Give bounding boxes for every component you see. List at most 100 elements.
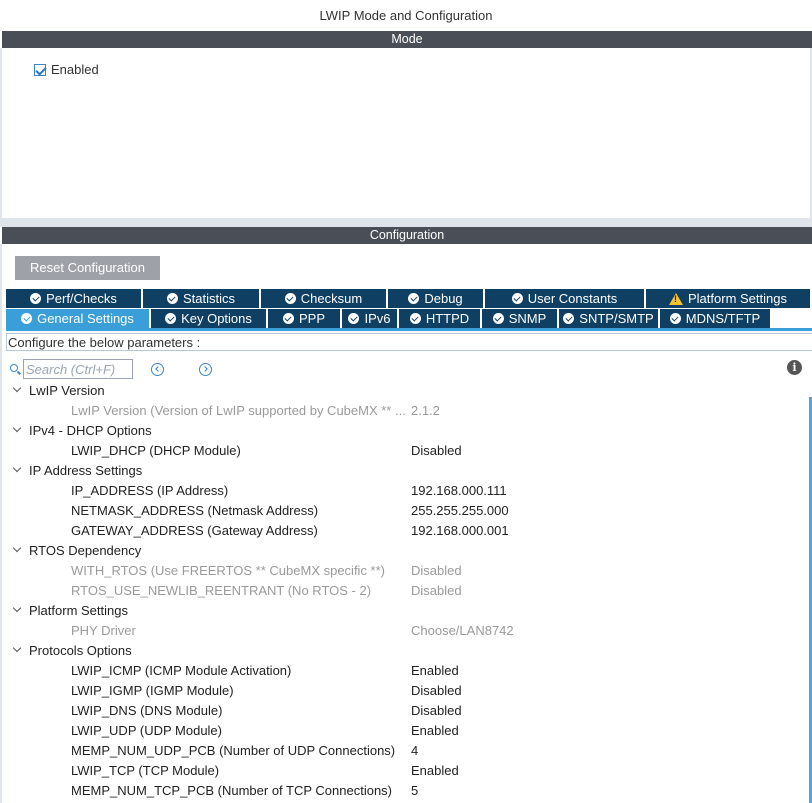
- tab-label: User Constants: [527, 291, 618, 306]
- parameter-value[interactable]: Disabled: [411, 683, 462, 698]
- parameter-value[interactable]: Disabled: [411, 443, 462, 458]
- tab-statistics[interactable]: Statistics: [143, 289, 261, 308]
- tab-httpd[interactable]: HTTPD: [399, 309, 482, 328]
- parameter-value[interactable]: Disabled: [411, 703, 462, 718]
- parameter-value[interactable]: Enabled: [411, 763, 459, 778]
- tab-general-settings[interactable]: General Settings: [6, 309, 151, 328]
- parameter-value[interactable]: 192.168.000.001: [411, 523, 509, 538]
- enabled-option[interactable]: Enabled: [34, 62, 99, 77]
- chevron-down-icon[interactable]: [13, 606, 21, 614]
- previous-result-icon[interactable]: [151, 362, 164, 376]
- parameter-value[interactable]: Enabled: [411, 663, 459, 678]
- tab-ppp[interactable]: PPP: [268, 309, 342, 328]
- parameter-row: PHY Driver Choose/LAN8742: [2, 620, 812, 640]
- tab-label: MDNS/TFTP: [685, 311, 761, 326]
- tab-checksum[interactable]: Checksum: [261, 289, 388, 308]
- chevron-down-icon[interactable]: [13, 466, 21, 474]
- tab-platform-settings[interactable]: Platform Settings: [646, 289, 812, 308]
- search-input[interactable]: [23, 359, 133, 379]
- search-bar: [10, 359, 212, 379]
- parameter-row[interactable]: NETMASK_ADDRESS (Netmask Address) 255.255…: [2, 500, 812, 520]
- check-circle-icon: [409, 313, 421, 324]
- tree-group[interactable]: LwIP Version: [2, 380, 812, 400]
- tab-mdns-tftp[interactable]: MDNS/TFTP: [660, 309, 772, 328]
- tab-label: General Settings: [37, 311, 134, 326]
- tab-ipv6[interactable]: IPv6: [342, 309, 399, 328]
- tab-key-options[interactable]: Key Options: [151, 309, 268, 328]
- chevron-down-icon[interactable]: [13, 646, 21, 654]
- parameter-row[interactable]: LWIP_DHCP (DHCP Module) Disabled: [2, 440, 812, 460]
- tab-debug[interactable]: Debug: [388, 289, 485, 308]
- tab-label: Checksum: [300, 291, 363, 306]
- tree-group[interactable]: IPv4 - DHCP Options: [2, 420, 812, 440]
- reset-configuration-button[interactable]: Reset Configuration: [15, 256, 160, 280]
- parameter-value[interactable]: 5: [411, 783, 418, 798]
- parameter-name: LWIP_TCP (TCP Module): [71, 762, 220, 778]
- mode-header: Mode: [2, 31, 812, 48]
- tree-group[interactable]: IP Address Settings: [2, 460, 812, 480]
- tab-sntp-smtp[interactable]: SNTP/SMTP: [559, 309, 660, 328]
- group-label: IPv4 - DHCP Options: [29, 422, 152, 438]
- check-circle-icon: [563, 313, 575, 324]
- tab-label: SNTP/SMTP: [579, 311, 654, 326]
- next-result-icon[interactable]: [199, 362, 212, 376]
- parameter-name: IP_ADDRESS (IP Address): [71, 482, 229, 498]
- chevron-down-icon[interactable]: [13, 546, 21, 554]
- parameter-name: MEMP_NUM_TCP_PCB (Number of TCP Connecti…: [71, 782, 393, 798]
- parameter-value[interactable]: 255.255.255.000: [411, 503, 509, 518]
- check-circle-icon: [669, 313, 681, 324]
- tab-snmp[interactable]: SNMP: [482, 309, 559, 328]
- parameter-value[interactable]: Enabled: [411, 723, 459, 738]
- parameter-row[interactable]: LWIP_IGMP (IGMP Module) Disabled: [2, 680, 812, 700]
- parameter-value[interactable]: 192.168.000.111: [411, 483, 507, 498]
- parameter-name: MEMP_NUM_UDP_PCB (Number of UDP Connecti…: [71, 742, 396, 758]
- chevron-down-icon[interactable]: [13, 386, 21, 394]
- chevron-down-icon[interactable]: [13, 426, 21, 434]
- tab-label: SNMP: [508, 311, 547, 326]
- parameter-value[interactable]: 4: [411, 743, 418, 758]
- group-label: Platform Settings: [29, 602, 128, 618]
- check-circle-icon: [282, 313, 294, 324]
- group-label: RTOS Dependency: [29, 542, 142, 558]
- parameter-row[interactable]: LWIP_DNS (DNS Module) Disabled: [2, 700, 812, 720]
- parameter-row[interactable]: LWIP_UDP (UDP Module) Enabled: [2, 720, 812, 740]
- tab-label: PPP: [298, 311, 325, 326]
- configuration-panel: Reset Configuration Perf/Checks Statistic…: [0, 244, 812, 803]
- configuration-header: Configuration: [2, 227, 812, 244]
- tree-group[interactable]: RTOS Dependency: [2, 540, 812, 560]
- tab-label: Perf/Checks: [46, 291, 117, 306]
- group-label: Protocols Options: [29, 642, 132, 658]
- info-icon[interactable]: i: [787, 360, 802, 375]
- tab-row-1: Perf/Checks Statistics Checksum Debug User C…: [6, 289, 812, 308]
- tab-label: Platform Settings: [688, 291, 787, 306]
- parameter-name: GATEWAY_ADDRESS (Gateway Address): [71, 522, 318, 538]
- check-circle-icon: [165, 313, 177, 324]
- tree-group[interactable]: Protocols Options: [2, 640, 812, 660]
- parameter-name: RTOS_USE_NEWLIB_REENTRANT (No RTOS - 2): [71, 582, 372, 598]
- panel-divider[interactable]: [0, 218, 812, 227]
- parameter-row[interactable]: MEMP_NUM_TCP_PCB (Number of TCP Connecti…: [2, 780, 812, 800]
- parameter-row[interactable]: GATEWAY_ADDRESS (Gateway Address) 192.168…: [2, 520, 812, 540]
- parameter-name: LWIP_UDP (UDP Module): [71, 722, 222, 738]
- check-circle-icon: [21, 313, 33, 324]
- check-circle-icon: [348, 313, 360, 324]
- parameter-row[interactable]: MEMP_NUM_UDP_PCB (Number of UDP Connecti…: [2, 740, 812, 760]
- tab-perf-checks[interactable]: Perf/Checks: [6, 289, 143, 308]
- tree-group[interactable]: Platform Settings: [2, 600, 812, 620]
- tab-label: Key Options: [181, 311, 252, 326]
- tab-label: Debug: [424, 291, 463, 306]
- warning-icon: [669, 292, 683, 305]
- enabled-checkbox[interactable]: [34, 63, 46, 76]
- parameter-value: 2.1.2: [411, 402, 440, 418]
- parameter-row: WITH_RTOS (Use FREERTOS ** CubeMX specif…: [2, 560, 812, 580]
- parameter-row[interactable]: LWIP_TCP (TCP Module) Enabled: [2, 760, 812, 780]
- tab-user-constants[interactable]: User Constants: [485, 289, 646, 308]
- parameter-name: PHY Driver: [71, 622, 136, 638]
- parameter-row[interactable]: LWIP_ICMP (ICMP Module Activation) Enable…: [2, 660, 812, 680]
- enabled-label: Enabled: [51, 62, 99, 77]
- window-title: LWIP Mode and Configuration: [0, 0, 812, 31]
- parameter-name: NETMASK_ADDRESS (Netmask Address): [71, 502, 319, 518]
- parameter-value: Disabled: [411, 562, 462, 578]
- parameter-row[interactable]: IP_ADDRESS (IP Address) 192.168.000.111: [2, 480, 812, 500]
- tab-label: IPv6: [364, 311, 391, 326]
